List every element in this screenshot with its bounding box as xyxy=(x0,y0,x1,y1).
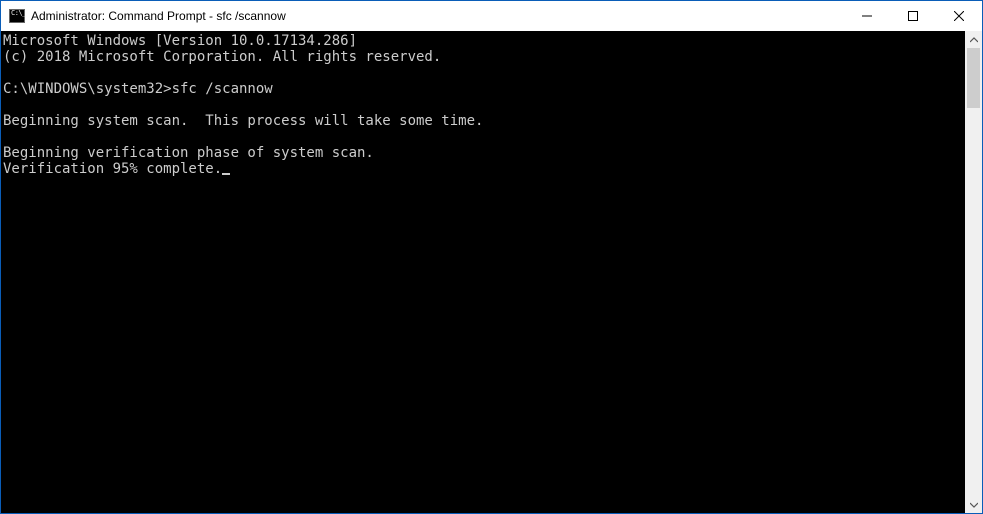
console-line: (c) 2018 Microsoft Corporation. All righ… xyxy=(3,49,441,65)
command-prompt-window: Administrator: Command Prompt - sfc /sca… xyxy=(0,0,983,514)
scroll-down-button[interactable] xyxy=(965,496,982,513)
scroll-up-button[interactable] xyxy=(965,31,982,48)
maximize-button[interactable] xyxy=(890,1,936,31)
text-cursor xyxy=(222,173,230,175)
scroll-thumb[interactable] xyxy=(967,48,980,108)
command-prompt-icon xyxy=(9,9,25,23)
console-line: Beginning system scan. This process will… xyxy=(3,113,483,129)
close-icon xyxy=(954,11,964,21)
typed-command: sfc /scannow xyxy=(172,81,273,97)
console-prompt-line: C:\WINDOWS\system32>sfc /scannow xyxy=(3,81,273,97)
console-line: Beginning verification phase of system s… xyxy=(3,145,374,161)
maximize-icon xyxy=(908,11,918,21)
close-button[interactable] xyxy=(936,1,982,31)
minimize-icon xyxy=(862,11,872,21)
chevron-down-icon xyxy=(970,502,978,508)
titlebar[interactable]: Administrator: Command Prompt - sfc /sca… xyxy=(1,1,982,31)
window-title: Administrator: Command Prompt - sfc /sca… xyxy=(31,9,286,23)
title-left: Administrator: Command Prompt - sfc /sca… xyxy=(1,9,844,23)
client-area: Microsoft Windows [Version 10.0.17134.28… xyxy=(1,31,982,513)
vertical-scrollbar[interactable] xyxy=(965,31,982,513)
minimize-button[interactable] xyxy=(844,1,890,31)
console-output[interactable]: Microsoft Windows [Version 10.0.17134.28… xyxy=(1,31,965,513)
chevron-up-icon xyxy=(970,37,978,43)
console-line: Verification 95% complete. xyxy=(3,161,222,177)
prompt-path: C:\WINDOWS\system32> xyxy=(3,81,172,97)
console-line: Microsoft Windows [Version 10.0.17134.28… xyxy=(3,33,357,49)
window-controls xyxy=(844,1,982,31)
